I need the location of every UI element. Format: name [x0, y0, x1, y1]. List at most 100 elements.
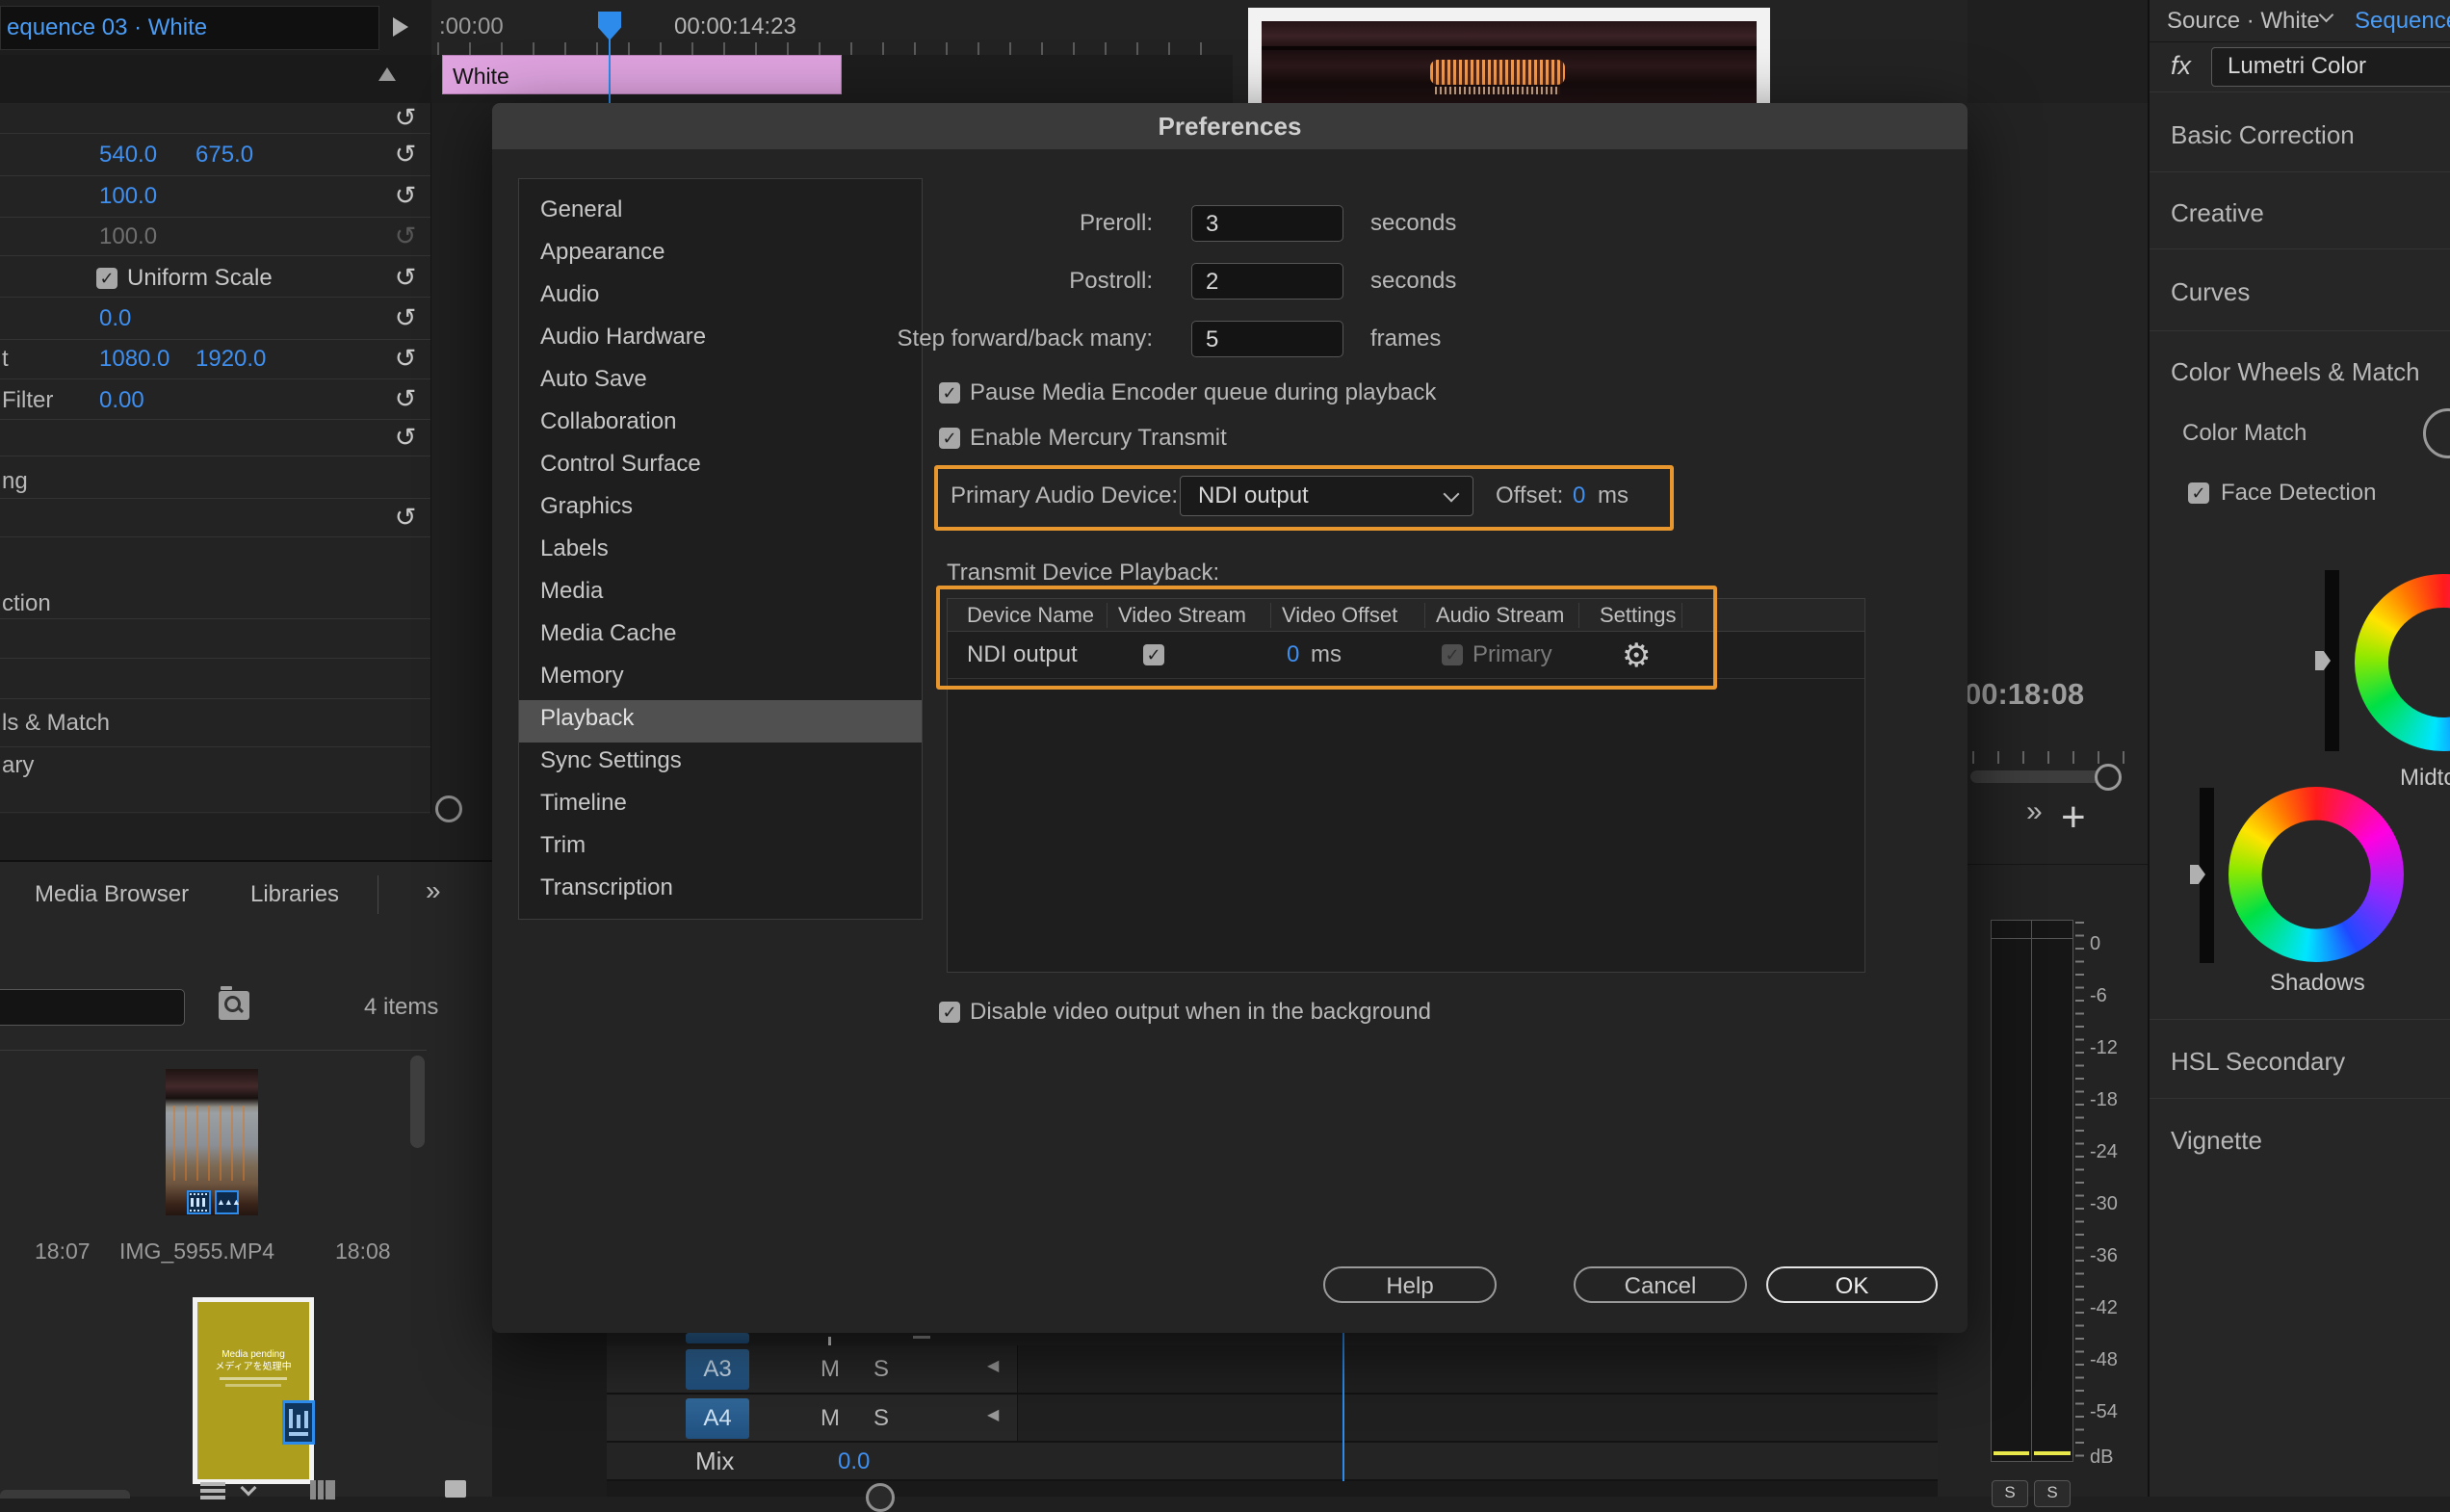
timeline-ruler[interactable]: :00:00 00:00:14:23	[431, 0, 1233, 55]
comparison-view-button[interactable]	[2423, 408, 2450, 458]
clip-thumbnail[interactable]: ▲▲▲	[166, 1069, 258, 1215]
media-scrollbar[interactable]	[410, 1056, 425, 1148]
scale-value[interactable]: 100.0	[99, 183, 157, 210]
section-basic-correction[interactable]: Basic Correction	[2171, 121, 2355, 148]
solo-left-button[interactable]: S	[1992, 1480, 2028, 1507]
waveform-icon: ▲▲▲	[215, 1190, 239, 1214]
bowtie-icon[interactable]	[980, 1452, 1009, 1472]
solo-button[interactable]: S	[873, 1405, 889, 1432]
reset-icon[interactable]: ↺	[391, 344, 420, 373]
more-buttons-icon[interactable]: »	[2026, 798, 2043, 825]
scroll-up-icon[interactable]	[378, 67, 396, 81]
sidebar-item-media-cache[interactable]: Media Cache	[519, 615, 922, 658]
sidebar-item-media[interactable]: Media	[519, 573, 922, 615]
chevron-down-icon[interactable]	[2319, 8, 2334, 23]
effect-name-box[interactable]: Lumetri Color	[2211, 47, 2450, 87]
step-input[interactable]: 5	[1191, 321, 1343, 357]
sidebar-item-timeline[interactable]: Timeline	[519, 785, 922, 827]
list-view-icon[interactable]	[200, 1482, 225, 1499]
pause-encoder-checkbox[interactable]: ✓	[939, 382, 960, 404]
tab-sequence[interactable]: Sequence	[2355, 8, 2450, 35]
section-creative[interactable]: Creative	[2171, 199, 2264, 226]
mute-button[interactable]: M	[821, 1356, 840, 1383]
sequence-tab[interactable]: equence 03 · White	[0, 6, 379, 50]
reset-icon[interactable]: ↺	[391, 103, 420, 132]
monitor-zoom-knob[interactable]	[2095, 764, 2122, 791]
reset-icon[interactable]: ↺	[391, 384, 420, 413]
tab-libraries[interactable]: Libraries	[250, 881, 339, 908]
thumbs-view-icon[interactable]	[310, 1480, 335, 1499]
sidebar-item-trim[interactable]: Trim	[519, 827, 922, 870]
add-button-icon[interactable]: +	[2061, 804, 2086, 831]
sidebar-item-transcription[interactable]: Transcription	[519, 870, 922, 912]
mic-icon[interactable]	[923, 1404, 944, 1431]
preroll-input[interactable]: 3	[1191, 205, 1343, 242]
postroll-input[interactable]: 2	[1191, 263, 1343, 300]
sidebar-item-appearance[interactable]: Appearance	[519, 234, 922, 276]
mute-button[interactable]: M	[821, 1405, 840, 1432]
solo-button[interactable]: S	[873, 1356, 889, 1383]
search-icon[interactable]	[383, 1478, 403, 1498]
track-a4-badge[interactable]: A4	[686, 1398, 749, 1439]
section-vignette[interactable]: Vignette	[2171, 1127, 2262, 1154]
section-color-wheels[interactable]: Color Wheels & Match	[2171, 358, 2420, 385]
solo-right-button[interactable]: S	[2034, 1480, 2071, 1507]
ok-button[interactable]: OK	[1766, 1266, 1938, 1303]
rotation-value[interactable]: 0.0	[99, 305, 131, 332]
anchor-y-value[interactable]: 1920.0	[195, 346, 266, 373]
position-x-value[interactable]: 540.0	[99, 142, 157, 169]
position-y-value[interactable]: 675.0	[195, 142, 253, 169]
tab-source[interactable]: Source · White	[2167, 8, 2320, 35]
sidebar-item-general[interactable]: General	[519, 192, 922, 234]
audio-meter[interactable]	[1991, 920, 2073, 1462]
clip-filename[interactable]: IMG_5955.MP4	[119, 1238, 274, 1264]
pending-thumbnail[interactable]: Media pending メディアを処理中	[193, 1297, 314, 1484]
reset-icon[interactable]: ↺	[391, 423, 420, 452]
media-search-input[interactable]	[0, 989, 185, 1026]
timeline-scroll-knob[interactable]	[866, 1483, 895, 1512]
lock-icon[interactable]	[661, 1449, 680, 1474]
sidebar-item-playback[interactable]: Playback	[519, 700, 922, 743]
reset-icon[interactable]: ↺	[391, 503, 420, 532]
lock-icon[interactable]	[661, 1406, 680, 1431]
mic-icon[interactable]	[923, 1355, 944, 1382]
new-bin-icon[interactable]	[445, 1480, 466, 1498]
sidebar-item-graphics[interactable]: Graphics	[519, 488, 922, 531]
section-hsl[interactable]: HSL Secondary	[2171, 1048, 2345, 1075]
mercury-transmit-checkbox[interactable]: ✓	[939, 428, 960, 449]
face-detection-checkbox[interactable]: ✓	[2188, 482, 2209, 504]
reset-icon[interactable]: ↺	[391, 303, 420, 332]
panel-menu-chevrons-icon[interactable]: »	[426, 877, 441, 904]
panel-scroll-knob[interactable]	[435, 795, 462, 822]
sidebar-item-auto-save[interactable]: Auto Save	[519, 361, 922, 404]
sidebar-item-labels[interactable]: Labels	[519, 531, 922, 573]
sidebar-item-collaboration[interactable]: Collaboration	[519, 404, 922, 446]
folder-search-icon[interactable]	[219, 991, 249, 1020]
mix-value[interactable]: 0.0	[838, 1448, 870, 1475]
dialog-titlebar[interactable]: Preferences	[492, 103, 1968, 149]
sync-lock-icon[interactable]	[770, 1408, 799, 1429]
section-curves[interactable]: Curves	[2171, 278, 2250, 305]
tab-media-browser[interactable]: Media Browser	[35, 881, 189, 908]
disable-bg-checkbox[interactable]: ✓	[939, 1002, 960, 1023]
anchor-x-value[interactable]: 1080.0	[99, 346, 169, 373]
sidebar-item-control-surface[interactable]: Control Surface	[519, 446, 922, 488]
sidebar-item-audio-hardware[interactable]: Audio Hardware	[519, 319, 922, 361]
flicker-value[interactable]: 0.00	[99, 387, 144, 414]
uniform-scale-checkbox[interactable]: ✓	[96, 268, 117, 289]
cancel-button[interactable]: Cancel	[1574, 1266, 1747, 1303]
lock-icon[interactable]	[661, 1357, 680, 1382]
track-a3-badge[interactable]: A3	[686, 1349, 749, 1390]
sidebar-item-memory[interactable]: Memory	[519, 658, 922, 700]
reset-icon[interactable]: ↺	[391, 181, 420, 210]
clip-white[interactable]: White	[442, 55, 842, 94]
shadows-wheel[interactable]	[2228, 787, 2404, 962]
play-scroll-icon[interactable]	[393, 17, 408, 37]
sync-lock-icon[interactable]	[770, 1359, 799, 1380]
help-button[interactable]: Help	[1323, 1266, 1497, 1303]
sidebar-item-audio[interactable]: Audio	[519, 276, 922, 319]
reset-icon[interactable]: ↺	[391, 140, 420, 169]
sidebar-item-sync-settings[interactable]: Sync Settings	[519, 743, 922, 785]
midtones-wheel[interactable]	[2355, 574, 2450, 751]
reset-icon[interactable]: ↺	[391, 263, 420, 292]
